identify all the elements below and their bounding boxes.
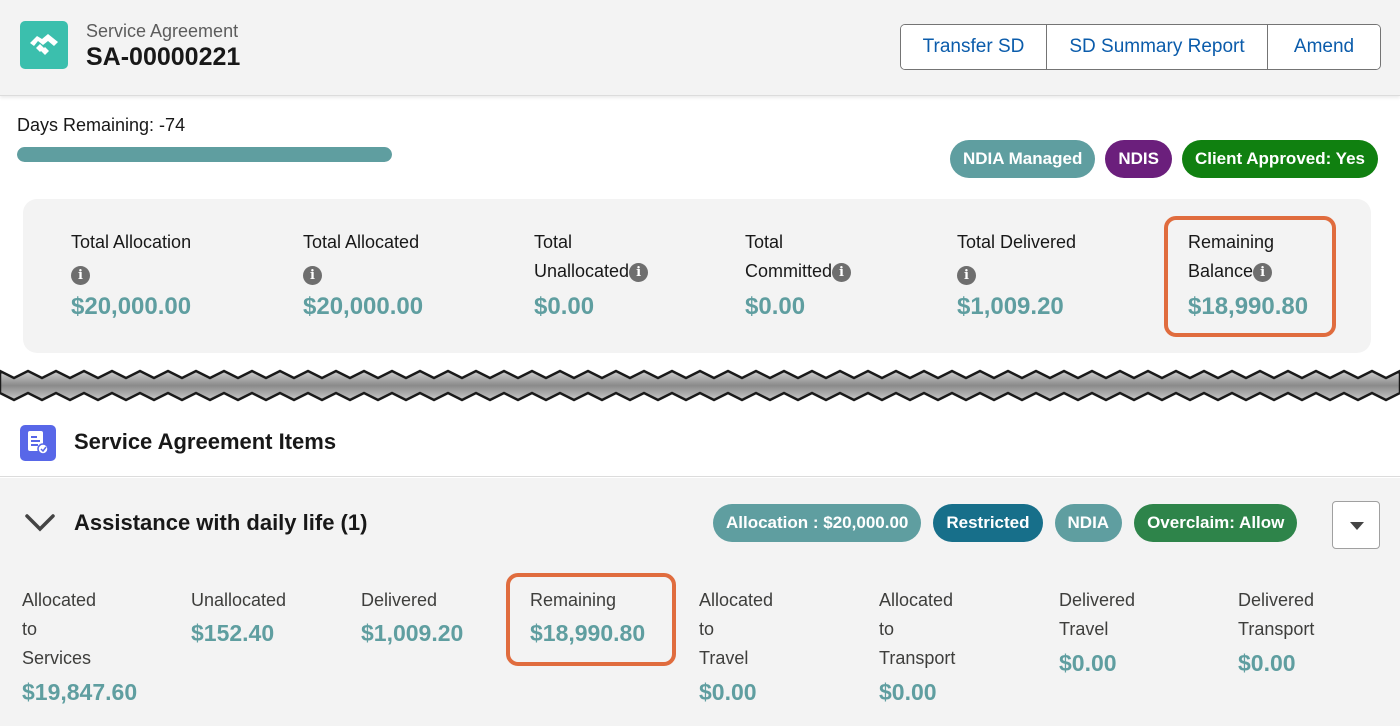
record-title: SA-00000221: [86, 43, 241, 71]
info-icon[interactable]: i: [629, 262, 649, 282]
stat-label: Total Delivered: [957, 232, 1077, 252]
stat-label: Travel: [1059, 619, 1109, 639]
stat-value: $1,009.20: [957, 293, 1064, 320]
stat-label: Total Allocated: [303, 232, 420, 252]
stat-value: $20,000.00: [303, 293, 424, 320]
ndia-badge: NDIA: [1054, 504, 1123, 542]
info-icon[interactable]: i: [957, 265, 976, 285]
stat-label: Allocated: [22, 590, 97, 610]
items-section-title: Service Agreement Items: [74, 429, 337, 454]
group-title[interactable]: Assistance with daily life (1): [74, 510, 367, 536]
items-section-header: Service Agreement Items: [0, 404, 1400, 477]
stat-label: Unallocated: [534, 261, 630, 281]
client-approved-badge: Client Approved: Yes: [1181, 140, 1378, 178]
stat-value: $20,000.00: [71, 293, 192, 320]
days-remaining-label: Days Remaining: -74: [17, 115, 186, 135]
stat-value: $19,847.60: [22, 679, 138, 705]
stat-value: $0.00: [699, 679, 757, 705]
stat-label: Total: [534, 232, 573, 252]
stat-label: Allocated: [699, 590, 774, 610]
ndis-badge: NDIS: [1105, 140, 1172, 178]
stat-label: Transport: [1238, 619, 1315, 639]
stat-value: $0.00: [1059, 650, 1117, 676]
stat-value: $152.40: [191, 620, 275, 646]
stat-label: Committed: [745, 261, 833, 281]
ndia-managed-badge: NDIA Managed: [950, 140, 1096, 178]
stat-label: Services: [22, 648, 92, 668]
stat-value: $0.00: [1238, 650, 1296, 676]
caret-down-icon: [1350, 522, 1364, 530]
stat-label: Total: [745, 232, 784, 252]
record-header: Service Agreement SA-00000221 Transfer S…: [0, 0, 1400, 96]
status-badges: NDIA Managed NDIS Client Approved: Yes: [950, 140, 1378, 178]
info-icon[interactable]: i: [71, 265, 90, 285]
group-badges: Allocation : $20,000.00 Restricted NDIA …: [713, 504, 1298, 542]
group-actions-dropdown[interactable]: [1332, 501, 1380, 549]
transfer-sd-button[interactable]: Transfer SD: [901, 25, 1047, 69]
stat-label: Travel: [699, 648, 749, 668]
stat-label: Total Allocation: [71, 232, 192, 252]
stat-label: Allocated: [879, 590, 954, 610]
document-icon: [20, 425, 56, 461]
stat-label: to: [699, 619, 715, 639]
handshake-icon: [20, 21, 68, 69]
stat-value: $0.00: [879, 679, 937, 705]
object-type-label: Service Agreement: [86, 21, 239, 41]
stat-value: $0.00: [745, 293, 806, 320]
item-group-daily-life: Assistance with daily life (1) Allocatio…: [0, 478, 1400, 726]
days-progress-bar: [17, 147, 392, 162]
overclaim-badge: Overclaim: Allow: [1134, 504, 1298, 542]
torn-edge-divider: [0, 369, 1400, 402]
stat-label: Delivered: [1238, 590, 1315, 610]
summary-panel: Total Allocation i $20,000.00 Total Allo…: [23, 199, 1371, 353]
info-icon[interactable]: i: [303, 265, 322, 285]
highlight-remaining-balance: [1164, 216, 1336, 337]
action-button-group: Transfer SD SD Summary Report Amend: [900, 24, 1381, 70]
stat-label: Unallocated: [191, 590, 287, 610]
stat-label: Delivered: [361, 590, 438, 610]
allocation-badge: Allocation : $20,000.00: [713, 504, 922, 542]
stat-label: to: [879, 619, 895, 639]
chevron-down-icon[interactable]: [24, 511, 56, 533]
info-icon[interactable]: i: [832, 262, 852, 282]
amend-button[interactable]: Amend: [1268, 25, 1380, 69]
sd-summary-report-button[interactable]: SD Summary Report: [1047, 25, 1268, 69]
stat-value: $1,009.20: [361, 620, 464, 646]
stat-value: $0.00: [534, 293, 595, 320]
days-progress-fill: [17, 147, 392, 162]
restricted-badge: Restricted: [933, 504, 1043, 542]
highlight-remaining: [506, 573, 676, 666]
stat-label: to: [22, 619, 38, 639]
stat-label: Transport: [879, 648, 956, 668]
stat-label: Delivered: [1059, 590, 1136, 610]
